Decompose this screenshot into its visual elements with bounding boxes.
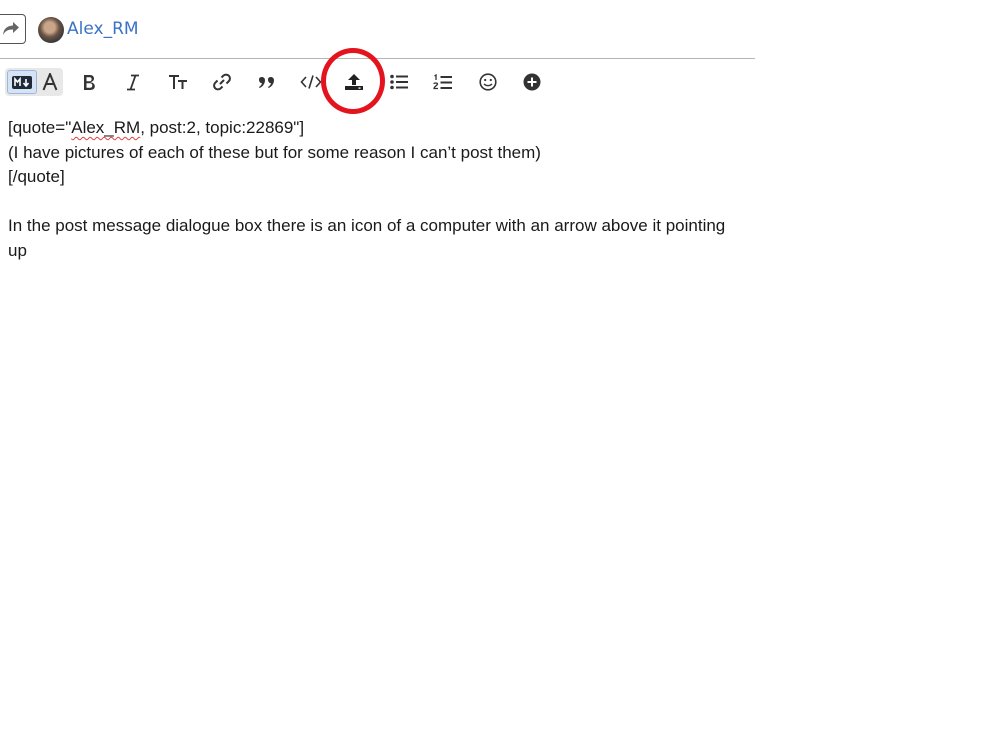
editor-mode-toggle: [5, 68, 63, 96]
reply-button[interactable]: [0, 14, 26, 44]
editor-line: (I have pictures of each of these but fo…: [8, 142, 541, 162]
emoji-button[interactable]: [474, 68, 502, 96]
more-options-button[interactable]: [518, 68, 546, 96]
code-button[interactable]: [297, 68, 325, 96]
heading-icon: [169, 75, 187, 89]
quote-icon: [258, 76, 274, 88]
link-icon: [213, 73, 231, 91]
editor-line: [/quote]: [8, 167, 65, 186]
share-arrow-icon: [3, 22, 19, 35]
link-button[interactable]: [208, 68, 236, 96]
heading-button[interactable]: [164, 68, 192, 96]
quote-open-prefix: [quote=": [8, 118, 72, 137]
composer-text[interactable]: [quote="Alex_RM, post:2, topic:22869"] (…: [8, 116, 748, 263]
plus-circle-icon: [523, 73, 541, 91]
bullet-list-icon: [389, 74, 408, 90]
upload-icon: [345, 74, 363, 90]
avatar[interactable]: [38, 17, 64, 43]
numbered-list-button[interactable]: [429, 68, 457, 96]
bullet-list-button[interactable]: [385, 68, 413, 96]
reply-header: Alex_RM: [0, 14, 760, 46]
blockquote-button[interactable]: [252, 68, 280, 96]
markdown-mode-button[interactable]: [7, 70, 37, 94]
markdown-icon: [12, 75, 32, 89]
bold-button[interactable]: [75, 68, 103, 96]
italic-button[interactable]: [119, 68, 147, 96]
quote-open-suffix: , post:2, topic:22869"]: [140, 118, 305, 137]
code-icon: [300, 75, 322, 89]
smiley-icon: [479, 73, 497, 91]
letter-a-icon: [42, 73, 58, 91]
numbered-list-icon: [433, 73, 452, 89]
editor-line: [quote="Alex_RM, post:2, topic:22869"]: [8, 116, 748, 141]
editor-toolbar: [0, 66, 760, 98]
misspelled-word: Alex_RM: [71, 118, 141, 137]
divider: [0, 58, 755, 59]
italic-icon: [127, 74, 139, 90]
upload-button[interactable]: [340, 68, 368, 96]
bold-icon: [84, 74, 95, 90]
username-link[interactable]: Alex_RM: [67, 19, 139, 39]
rich-text-mode-button[interactable]: [38, 70, 62, 94]
editor-line: In the post message dialogue box there i…: [8, 216, 726, 260]
